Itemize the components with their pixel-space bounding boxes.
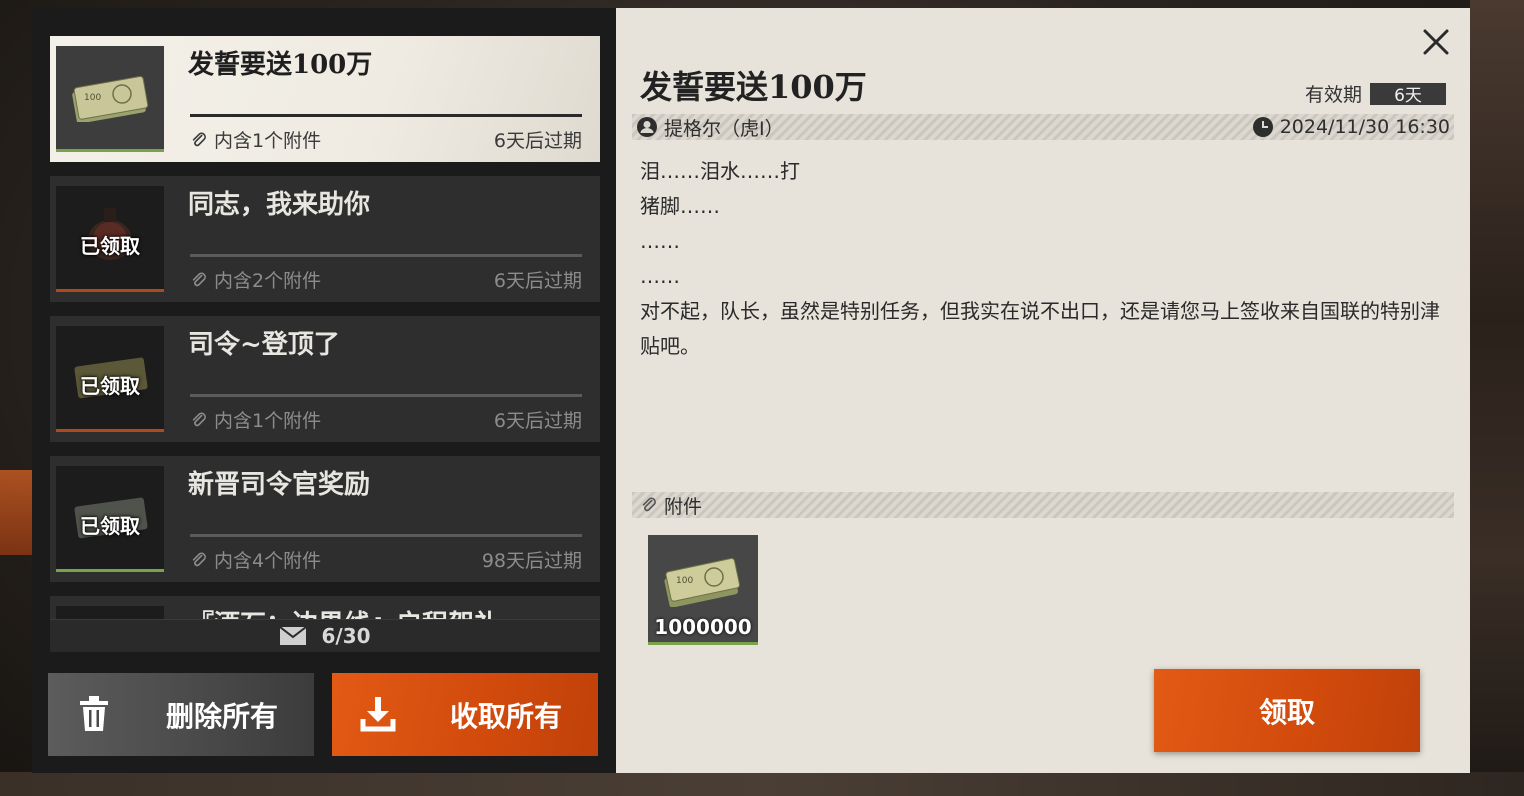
mail-attachment-count: 内含2个附件 [190, 266, 321, 293]
validity: 有效期 6天 [1305, 80, 1446, 107]
paperclip-icon [642, 497, 656, 512]
delete-all-button[interactable]: 删除所有 [48, 673, 314, 756]
mail-list[interactable]: 100 发誓要送100万 内含1个附件 6天后过期 已领取 同志，我来助你 内含… [50, 36, 600, 626]
claimed-badge: 已领取 [80, 374, 140, 398]
claimed-badge: 已领取 [80, 514, 140, 538]
background-scene [1470, 0, 1524, 796]
mail-detail-panel: 发誓要送100万 有效期 6天 提格尔（虎I） 2024/11/30 16:30… [616, 8, 1470, 773]
mail-thumbnail: 已领取 [56, 186, 164, 292]
mail-detail-title: 发誓要送100万 [640, 68, 867, 106]
divider [190, 534, 582, 537]
body-line: 对不起，队长，虽然是特别任务，但我实在说不出口，还是请您马上签收来自国联的特别津… [640, 299, 1440, 358]
collect-all-button[interactable]: 收取所有 [332, 673, 598, 756]
mail-thumbnail: 已领取 [56, 326, 164, 432]
mail-thumbnail: 已领取 [56, 466, 164, 572]
mail-list-panel: 100 发誓要送100万 内含1个附件 6天后过期 已领取 同志，我来助你 内含… [32, 8, 616, 773]
user-icon [637, 117, 657, 137]
mail-body: 泪……泪水……打 猪脚…… …… …… 对不起，队长，虽然是特别任务，但我实在说… [640, 154, 1440, 364]
body-line: 猪脚…… [640, 194, 720, 218]
body-line: …… [640, 264, 680, 288]
mail-meta-bar: 提格尔（虎I） 2024/11/30 16:30 [632, 114, 1454, 140]
divider [190, 114, 582, 117]
mail-attachment-count: 内含4个附件 [190, 546, 321, 573]
mail-counter: 6/30 [50, 619, 600, 652]
validity-value: 6天 [1370, 82, 1446, 106]
reward-quantity: 1000000 [654, 615, 752, 639]
body-line: …… [640, 229, 680, 253]
mail-expiry: 98天后过期 [481, 550, 582, 572]
claimed-badge: 已领取 [80, 234, 140, 258]
mail-item[interactable]: 100 发誓要送100万 内含1个附件 6天后过期 [50, 36, 600, 162]
mail-item[interactable]: 已领取 新晋司令官奖励 内含4个附件 98天后过期 [50, 456, 600, 582]
attachment-text: 内含1个附件 [214, 410, 322, 432]
banknote-icon: 100 [72, 75, 149, 122]
paperclip-icon [192, 132, 206, 146]
svg-text:100: 100 [84, 93, 101, 103]
mail-title: 新晋司令官奖励 [188, 470, 371, 500]
mail-expiry: 6天后过期 [493, 130, 582, 152]
envelope-icon [279, 626, 308, 645]
mail-expiry: 6天后过期 [493, 270, 582, 292]
mail-thumbnail: 100 [56, 46, 164, 152]
svg-text:100: 100 [676, 576, 693, 586]
download-icon [360, 697, 396, 732]
attachments-label: 附件 [664, 495, 703, 518]
mail-title: 发誓要送100万 [188, 50, 373, 80]
trash-icon [80, 696, 108, 731]
mail-attachment-count: 内含1个附件 [190, 126, 321, 153]
background-accent [0, 470, 32, 555]
claim-button[interactable]: 领取 [1154, 669, 1420, 752]
collect-all-label: 收取所有 [449, 699, 562, 733]
reward-item[interactable]: 100 1000000 [648, 535, 758, 645]
mail-count: 6/30 [321, 624, 371, 648]
mail-title: 司令~登顶了 [188, 330, 340, 360]
attachment-text: 内含4个附件 [214, 550, 322, 572]
divider [190, 394, 582, 397]
banknote-icon: 100 [664, 557, 741, 607]
close-icon[interactable] [1420, 26, 1452, 58]
clock-icon [1252, 117, 1273, 137]
background-floor [0, 772, 1524, 796]
validity-label: 有效期 [1304, 84, 1362, 106]
paperclip-icon [192, 552, 206, 566]
body-line: 泪……泪水……打 [640, 159, 800, 183]
attachment-text: 内含2个附件 [214, 270, 322, 292]
mail-datetime: 2024/11/30 16:30 [1279, 116, 1450, 138]
mail-title: 同志，我来助你 [188, 190, 371, 220]
mail-expiry: 6天后过期 [493, 410, 582, 432]
attachments-header: 附件 [632, 492, 1454, 518]
mail-item[interactable]: 已领取 同志，我来助你 内含2个附件 6天后过期 [50, 176, 600, 302]
paperclip-icon [192, 272, 206, 286]
attachment-text: 内含1个附件 [214, 130, 322, 152]
delete-all-label: 删除所有 [165, 699, 278, 733]
mail-attachment-count: 内含1个附件 [190, 406, 321, 433]
paperclip-icon [192, 412, 206, 426]
sender-name: 提格尔（虎I） [664, 117, 784, 140]
mail-item[interactable]: 已领取 司令~登顶了 内含1个附件 6天后过期 [50, 316, 600, 442]
divider [190, 254, 582, 257]
